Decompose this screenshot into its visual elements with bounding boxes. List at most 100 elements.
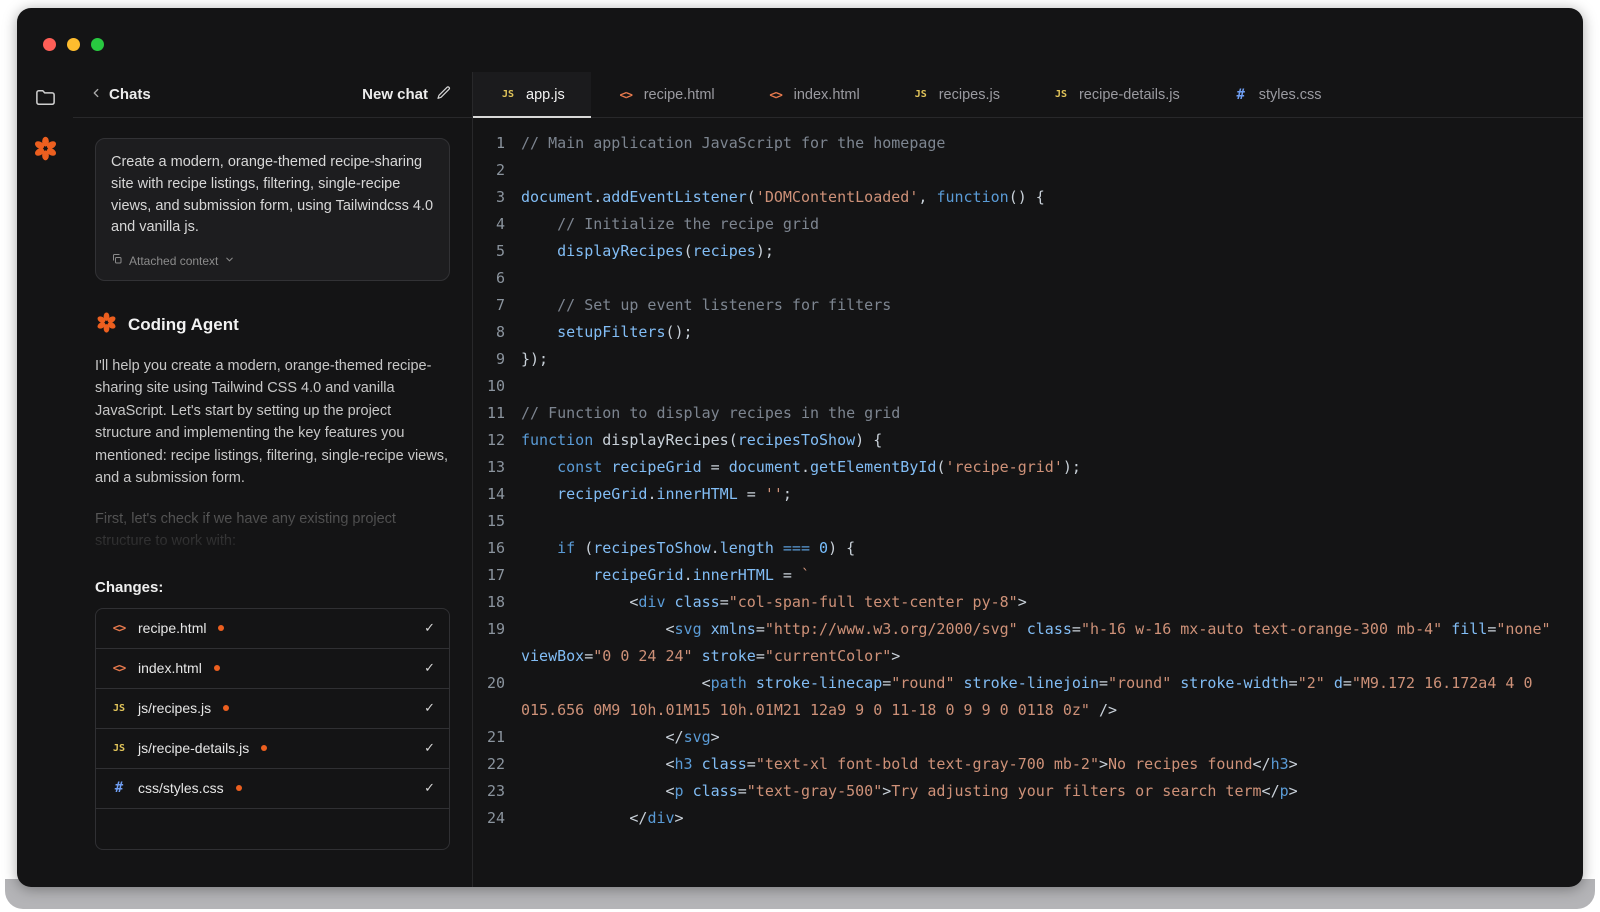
code-line: 21 </svg> (473, 724, 1557, 751)
tab-index.html[interactable]: <> index.html (741, 72, 886, 117)
code-line: 6 (473, 265, 1557, 292)
line-number: 8 (473, 319, 521, 346)
changed-file-row[interactable]: #css/styles.css✓ (96, 769, 449, 809)
changed-file-row[interactable]: <>recipe.html✓ (96, 609, 449, 649)
tab-recipe.html[interactable]: <>recipe.html (591, 72, 741, 117)
line-number: 14 (473, 481, 521, 508)
agent-message: I'll help you create a modern, orange-th… (95, 355, 450, 490)
agent-name: Coding Agent (128, 315, 239, 335)
line-number: 4 (473, 211, 521, 238)
activity-rail (17, 72, 73, 887)
line-number: 23 (473, 778, 521, 805)
changed-file-row[interactable]: JSjs/recipes.js✓ (96, 689, 449, 729)
code-line: 12function displayRecipes(recipesToShow)… (473, 427, 1557, 454)
line-number: 19 (473, 616, 521, 670)
tab-recipe-details.js[interactable]: JSrecipe-details.js (1026, 72, 1206, 117)
code-text: // Initialize the recipe grid (521, 211, 1557, 238)
code-text: // Function to display recipes in the gr… (521, 400, 1557, 427)
code-text: }); (521, 346, 1557, 373)
agent-header: Coding Agent (95, 311, 450, 339)
code-text: document.addEventListener('DOMContentLoa… (521, 184, 1557, 211)
minimize-button[interactable] (67, 38, 80, 51)
code-line: 4 // Initialize the recipe grid (473, 211, 1557, 238)
code-text: <h3 class="text-xl font-bold text-gray-7… (521, 751, 1557, 778)
html-file-icon: <> (110, 621, 128, 635)
code-text: // Main application JavaScript for the h… (521, 130, 1557, 157)
check-icon: ✓ (424, 620, 435, 636)
code-text: recipeGrid.innerHTML = ''; (521, 481, 1557, 508)
new-chat-button[interactable]: New chat (362, 85, 452, 105)
js-file-icon: JS (110, 743, 128, 754)
chats-back-button[interactable]: Chats (89, 86, 151, 104)
line-number: 10 (473, 373, 521, 400)
code-text: const recipeGrid = document.getElementBy… (521, 454, 1557, 481)
chat-panel: Chats New chat Create a modern, orange-t (73, 72, 473, 887)
chevron-left-icon (89, 86, 103, 104)
html-file-icon: <> (110, 661, 128, 675)
user-message-text: Create a modern, orange-themed recipe-sh… (111, 152, 434, 239)
line-number: 9 (473, 346, 521, 373)
code-line: 17 recipeGrid.innerHTML = ` (473, 562, 1557, 589)
tab-label: index.html (794, 87, 860, 103)
check-icon: ✓ (424, 700, 435, 716)
html-file-icon: <> (767, 88, 785, 102)
line-number: 6 (473, 265, 521, 292)
chat-body: Create a modern, orange-themed recipe-sh… (73, 118, 472, 887)
code-line: 18 <div class="col-span-full text-center… (473, 589, 1557, 616)
pencil-icon (436, 85, 452, 105)
code-text: </svg> (521, 724, 1557, 751)
file-name: index.html (138, 660, 202, 676)
code-line: 14 recipeGrid.innerHTML = ''; (473, 481, 1557, 508)
changed-file-row[interactable]: <>index.html✓ (96, 649, 449, 689)
css-file-icon: # (1232, 87, 1250, 103)
code-line: 5 displayRecipes(recipes); (473, 238, 1557, 265)
main-area: Chats New chat Create a modern, orange-t (17, 72, 1583, 887)
code-line: 1// Main application JavaScript for the … (473, 130, 1557, 157)
line-number: 3 (473, 184, 521, 211)
agent-logo-icon (95, 311, 118, 339)
close-button[interactable] (43, 38, 56, 51)
code-line: 16 if (recipesToShow.length === 0) { (473, 535, 1557, 562)
chevron-down-icon (224, 252, 235, 270)
code-area[interactable]: 1// Main application JavaScript for the … (473, 118, 1583, 887)
editor-panel: JSapp.js<>recipe.html<>index.htmlJSrecip… (473, 72, 1583, 887)
code-text (521, 265, 1557, 292)
line-number: 13 (473, 454, 521, 481)
new-chat-label: New chat (362, 86, 428, 103)
line-number: 18 (473, 589, 521, 616)
code-text (521, 157, 1557, 184)
tab-styles.css[interactable]: # styles.css (1206, 72, 1348, 117)
js-file-icon: JS (1052, 89, 1070, 100)
line-number: 20 (473, 670, 521, 724)
modified-dot (218, 625, 224, 631)
changes-heading: Changes: (95, 579, 450, 596)
attached-context-toggle[interactable]: Attached context (111, 252, 434, 270)
line-number: 11 (473, 400, 521, 427)
js-file-icon: JS (912, 89, 930, 100)
folder-icon[interactable] (34, 86, 57, 109)
zoom-button[interactable] (91, 38, 104, 51)
line-number: 5 (473, 238, 521, 265)
line-number: 22 (473, 751, 521, 778)
code-text: </div> (521, 805, 1557, 832)
check-icon: ✓ (424, 740, 435, 756)
code-line: 9}); (473, 346, 1557, 373)
file-name: js/recipes.js (138, 700, 211, 716)
changed-files-list: <>recipe.html✓<>index.html✓JSjs/recipes.… (95, 608, 450, 850)
line-number: 1 (473, 130, 521, 157)
tab-label: recipe.html (644, 87, 715, 103)
code-line: 19 <svg xmlns="http://www.w3.org/2000/sv… (473, 616, 1557, 670)
tab-app.js[interactable]: JSapp.js (473, 72, 591, 117)
line-number: 24 (473, 805, 521, 832)
code-line: 10 (473, 373, 1557, 400)
changed-file-row[interactable]: JSjs/recipe-details.js✓ (96, 729, 449, 769)
tab-recipes.js[interactable]: JSrecipes.js (886, 72, 1026, 117)
code-line: 24 </div> (473, 805, 1557, 832)
modified-dot (214, 665, 220, 671)
app-logo-icon[interactable] (32, 135, 59, 162)
code-text: // Set up event listeners for filters (521, 292, 1557, 319)
tab-label: styles.css (1259, 87, 1322, 103)
line-number: 16 (473, 535, 521, 562)
traffic-lights (43, 38, 104, 51)
chat-header: Chats New chat (73, 72, 472, 118)
